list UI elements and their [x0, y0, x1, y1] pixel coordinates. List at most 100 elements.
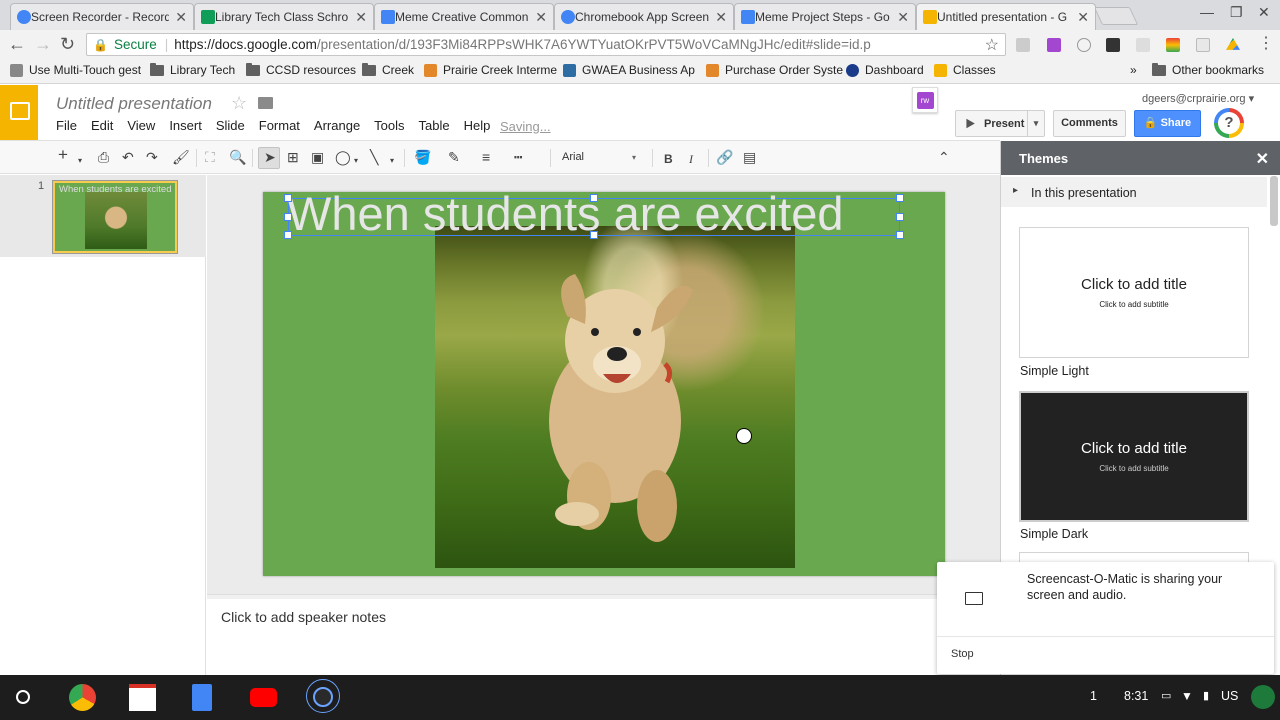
- slide-thumbnail[interactable]: When students are excited: [52, 180, 178, 254]
- bookmark-item[interactable]: Dashboard: [846, 63, 924, 77]
- font-family-select[interactable]: Arial: [562, 151, 584, 163]
- close-tab-icon[interactable]: ✕: [355, 9, 367, 26]
- text-box-icon[interactable]: ⊞: [287, 149, 299, 165]
- menu-table[interactable]: Table: [419, 118, 450, 133]
- font-dropdown-icon[interactable]: ▾: [632, 153, 636, 162]
- theme-card-simple-dark[interactable]: Click to add title Click to add subtitle: [1019, 391, 1249, 522]
- resize-handle[interactable]: [590, 231, 598, 239]
- account-avatar[interactable]: [1251, 685, 1275, 709]
- border-weight-icon[interactable]: ≡: [482, 149, 490, 165]
- addon-button[interactable]: rw: [912, 87, 938, 113]
- puppy-image[interactable]: [435, 226, 795, 568]
- extension-film-icon[interactable]: [1106, 38, 1120, 52]
- line-dropdown-icon[interactable]: ▾: [390, 153, 394, 169]
- speaker-notes[interactable]: Click to add speaker notes: [207, 599, 1000, 675]
- close-window-icon[interactable]: ✕: [1258, 4, 1270, 21]
- wifi-icon[interactable]: ▼: [1181, 689, 1193, 703]
- menu-kebab-icon[interactable]: ⋮: [1258, 35, 1274, 53]
- share-button[interactable]: 🔒 Share: [1134, 110, 1201, 137]
- border-dash-icon[interactable]: ┅: [514, 149, 522, 165]
- docs-icon[interactable]: [192, 684, 212, 711]
- close-tab-icon[interactable]: ✕: [897, 9, 909, 26]
- menu-tools[interactable]: Tools: [374, 118, 404, 133]
- line-icon[interactable]: ╲: [370, 149, 378, 165]
- battery-icon[interactable]: ▮: [1203, 689, 1209, 702]
- undo-icon[interactable]: ↶: [122, 149, 134, 165]
- bookmark-item[interactable]: GWAEA Business Ap: [563, 63, 695, 77]
- slides-logo-icon[interactable]: [0, 85, 38, 140]
- browser-tab[interactable]: Chromebook App Screen ✕: [554, 3, 734, 30]
- extension-doc-icon[interactable]: [1196, 38, 1210, 52]
- bookmark-item[interactable]: Classes: [934, 63, 996, 77]
- select-cursor-icon[interactable]: ➤: [264, 149, 276, 165]
- border-color-icon[interactable]: ✎: [448, 149, 460, 165]
- back-icon[interactable]: ←: [8, 35, 26, 53]
- resize-handle[interactable]: [896, 213, 904, 221]
- clock[interactable]: 8:31: [1124, 689, 1148, 703]
- bookmark-item[interactable]: Use Multi-Touch gest: [10, 63, 141, 77]
- resize-handle[interactable]: [590, 194, 598, 202]
- gmail-icon[interactable]: [129, 684, 156, 711]
- menu-edit[interactable]: Edit: [91, 118, 113, 133]
- bookmark-item[interactable]: Purchase Order Syste: [706, 63, 843, 77]
- present-dropdown-icon[interactable]: ▾: [1027, 111, 1044, 136]
- slide-title[interactable]: When students are excited: [287, 192, 843, 237]
- star-icon[interactable]: ☆: [231, 93, 247, 114]
- close-icon[interactable]: ✕: [1256, 149, 1269, 169]
- zoom-icon[interactable]: 🔍: [229, 149, 246, 165]
- youtube-icon[interactable]: [250, 688, 277, 707]
- menu-slide[interactable]: Slide: [216, 118, 245, 133]
- maximize-icon[interactable]: ❐: [1230, 4, 1243, 21]
- print-icon[interactable]: ⎙: [98, 149, 109, 165]
- chrome-icon[interactable]: [69, 684, 96, 711]
- browser-tab[interactable]: Meme Creative Common ✕: [374, 3, 554, 30]
- comment-icon[interactable]: ▤: [743, 149, 756, 165]
- new-slide-dropdown-icon[interactable]: ▾: [78, 153, 82, 169]
- bookmark-folder[interactable]: CCSD resources: [246, 62, 356, 77]
- launcher-icon[interactable]: [16, 690, 30, 704]
- stop-sharing-button[interactable]: Stop: [951, 648, 974, 660]
- move-to-folder-icon[interactable]: [258, 97, 273, 109]
- extension-generic-icon[interactable]: [1136, 38, 1150, 52]
- slide-canvas[interactable]: When students are excited: [263, 192, 945, 576]
- avatar[interactable]: ?: [1214, 108, 1244, 138]
- bookmarks-overflow-button[interactable]: »: [1130, 63, 1137, 77]
- close-tab-icon[interactable]: ✕: [175, 9, 187, 26]
- bookmark-folder[interactable]: Creek: [362, 62, 414, 77]
- present-button[interactable]: Present ▾: [955, 110, 1045, 137]
- themes-scrollbar[interactable]: [1270, 176, 1278, 226]
- browser-tab[interactable]: Meme Project Steps - Go ✕: [734, 3, 916, 30]
- extension-help-icon[interactable]: [1077, 38, 1091, 52]
- link-icon[interactable]: 🔗: [716, 149, 733, 165]
- extension-google-icon[interactable]: [1166, 38, 1180, 52]
- bookmark-star-icon[interactable]: ☆: [985, 35, 999, 55]
- menu-arrange[interactable]: Arrange: [314, 118, 360, 133]
- browser-tab[interactable]: Library Tech Class Schro ✕: [194, 3, 374, 30]
- drive-icon[interactable]: [1226, 38, 1240, 50]
- menu-format[interactable]: Format: [259, 118, 300, 133]
- user-email[interactable]: dgeers@crprairie.org ▾: [1142, 92, 1254, 105]
- other-bookmarks-folder[interactable]: Other bookmarks: [1152, 62, 1264, 77]
- close-tab-icon[interactable]: ✕: [1077, 9, 1089, 26]
- menu-help[interactable]: Help: [464, 118, 491, 133]
- extension-puzzle-icon[interactable]: [1047, 38, 1061, 52]
- redo-icon[interactable]: ↷: [146, 149, 158, 165]
- address-bar[interactable]: 🔒 Secure | https://docs.google.com/prese…: [86, 33, 1006, 56]
- new-tab-button[interactable]: [1093, 7, 1139, 25]
- speaker-notes-placeholder[interactable]: Click to add speaker notes: [221, 609, 386, 625]
- bookmark-item[interactable]: Prairie Creek Interme: [424, 63, 557, 77]
- browser-tab-active[interactable]: Untitled presentation - G ✕: [916, 3, 1096, 30]
- close-tab-icon[interactable]: ✕: [715, 9, 727, 26]
- shape-dropdown-icon[interactable]: ▾: [354, 153, 358, 169]
- bold-icon[interactable]: B: [664, 151, 673, 167]
- minimize-icon[interactable]: —: [1200, 4, 1214, 20]
- resize-handle[interactable]: [284, 194, 292, 202]
- bookmark-folder[interactable]: Library Tech: [150, 62, 235, 77]
- input-locale[interactable]: US: [1221, 689, 1238, 703]
- menu-file[interactable]: File: [56, 118, 77, 133]
- theme-name[interactable]: Simple Dark: [1020, 527, 1088, 541]
- shape-icon[interactable]: ◯: [335, 149, 351, 165]
- resize-handle[interactable]: [896, 194, 904, 202]
- zoom-fit-icon[interactable]: ⛶: [205, 149, 215, 165]
- resize-handle[interactable]: [896, 231, 904, 239]
